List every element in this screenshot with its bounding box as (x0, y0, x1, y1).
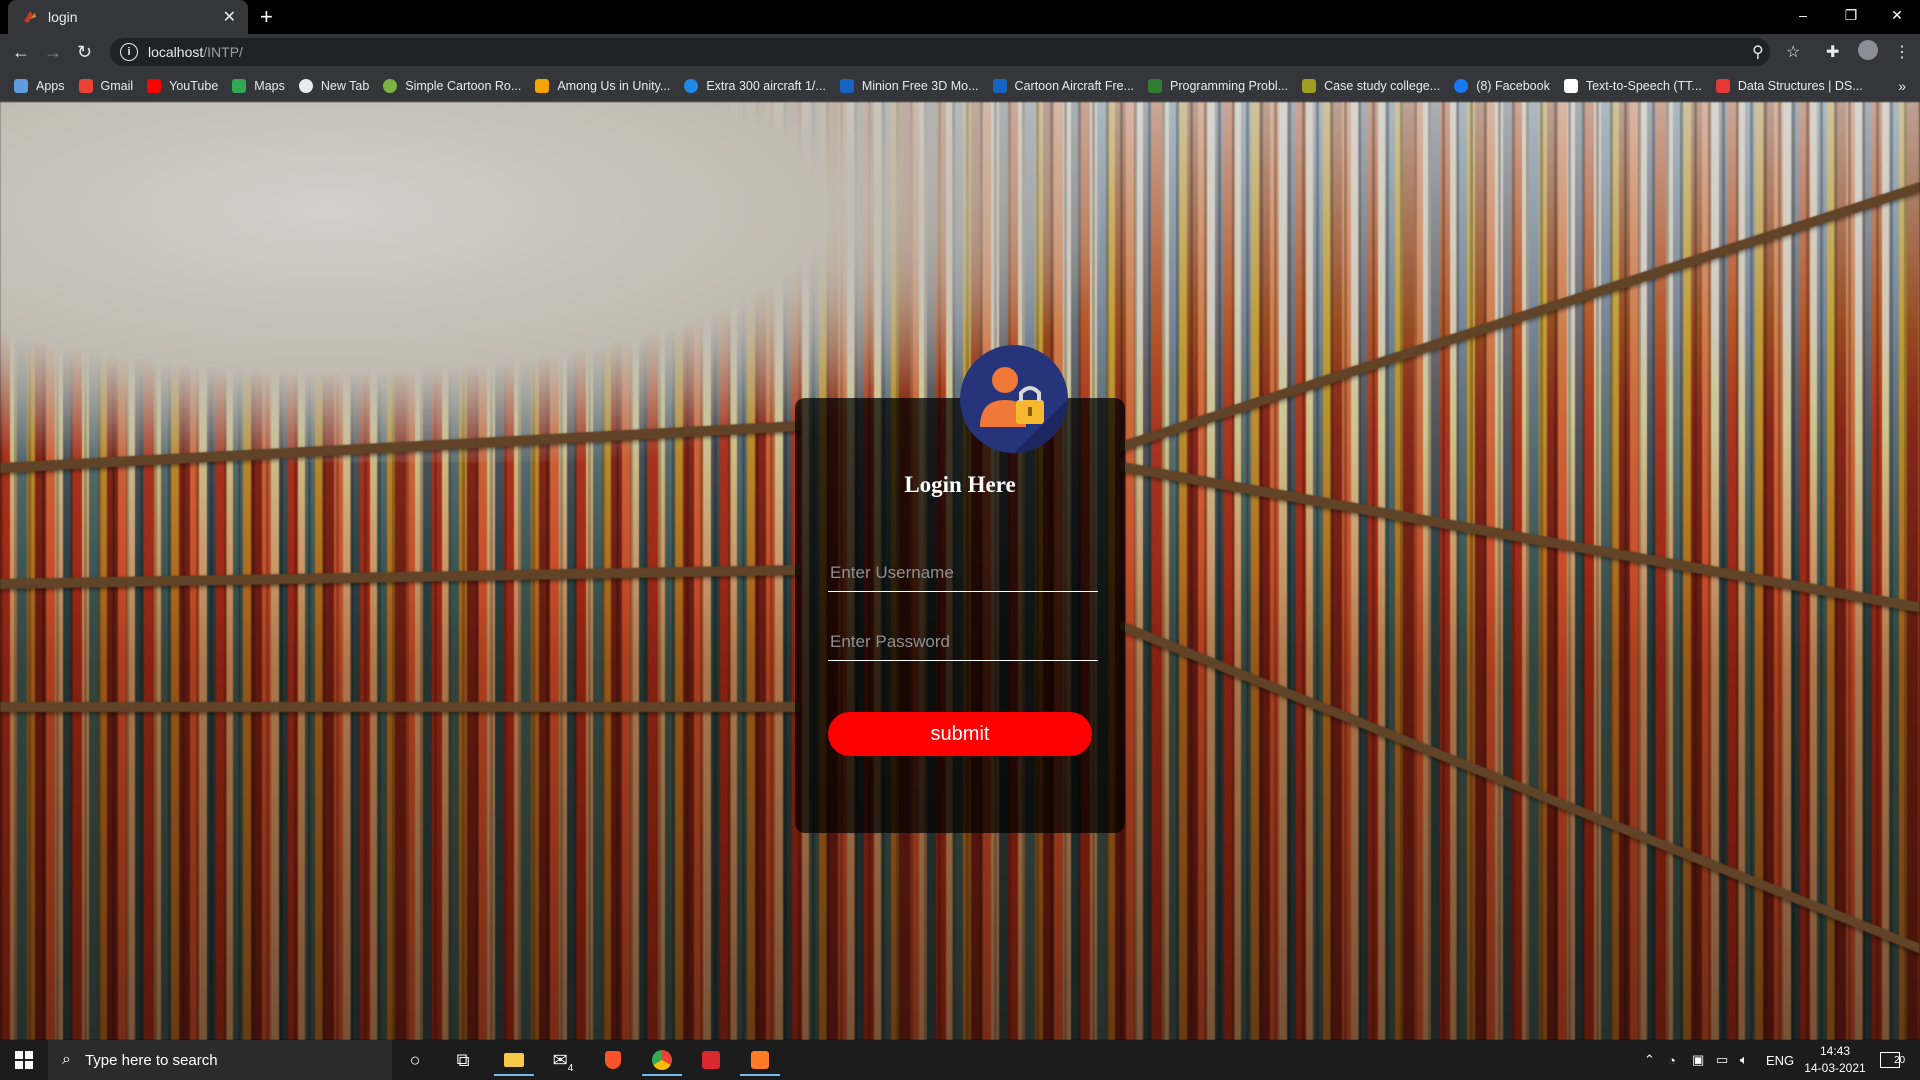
login-title: Login Here (904, 472, 1016, 497)
mail-badge: 4 (567, 1062, 574, 1074)
bookmark-maps[interactable]: Maps (232, 79, 285, 93)
bookmark-extra-300[interactable]: Extra 300 aircraft 1/... (684, 79, 826, 93)
network-icon[interactable]: ◔ (1668, 1040, 1676, 1080)
bookmark-star-icon[interactable]: ☆ (1786, 42, 1800, 62)
brave-browser-icon[interactable] (593, 1046, 633, 1074)
password-input[interactable] (828, 624, 1098, 661)
restore-button[interactable]: ❐ (1828, 0, 1874, 30)
extensions-puzzle-icon[interactable]: ✚ (1826, 42, 1839, 62)
ds-site-icon (1715, 79, 1730, 93)
notifications-icon[interactable]: 20 (1880, 1040, 1908, 1080)
bookmark-facebook[interactable]: (8) Facebook (1454, 79, 1550, 93)
globe-icon (298, 79, 313, 93)
bookmark-new-tab[interactable]: New Tab (298, 79, 369, 93)
bookmark-minion[interactable]: Minion Free 3D Mo... (839, 79, 979, 93)
cortana-icon[interactable]: ○ (395, 1046, 435, 1074)
submit-button[interactable]: submit (828, 712, 1092, 756)
username-input[interactable] (828, 555, 1098, 592)
bookmark-apps[interactable]: Apps (14, 79, 65, 93)
bookmark-text-to-speech[interactable]: Text-to-Speech (TT... (1563, 79, 1702, 93)
menu-kebab-icon[interactable]: ⋮ (1894, 42, 1910, 62)
address-bar[interactable]: i localhost/INTP/ (110, 38, 1770, 66)
reload-icon[interactable]: ↻ (77, 42, 92, 63)
volume-icon[interactable]: 🔈︎ (1740, 1040, 1748, 1080)
bookmark-case-study[interactable]: Case study college... (1302, 79, 1440, 93)
tray-overflow-icon[interactable]: ⌃ (1644, 1040, 1655, 1080)
apps-grid-icon (14, 79, 28, 93)
search-icon: ⌕ (62, 1051, 71, 1068)
site-info-icon[interactable]: i (120, 43, 138, 61)
bookmark-simple-cartoon[interactable]: Simple Cartoon Ro... (383, 79, 521, 93)
windows-taskbar: ⌕ ○ ⧉ ✉4 ⌃ ◔ ▣ ▭ 🔈︎ ENG 14:43 14-03-2021… (0, 1040, 1920, 1080)
bookmark-youtube[interactable]: YouTube (147, 79, 218, 93)
forward-arrow-icon[interactable]: → (44, 42, 62, 63)
3d-model-site-icon (992, 79, 1007, 93)
new-tab-button[interactable]: + (260, 4, 273, 30)
battery-icon[interactable]: ▭ (1716, 1040, 1728, 1080)
file-explorer-icon[interactable] (494, 1046, 534, 1076)
3d-model-site-icon (839, 79, 854, 93)
windows-logo-icon (15, 1051, 33, 1069)
bookmark-among-us[interactable]: Among Us in Unity... (535, 79, 670, 93)
taskbar-search-input[interactable] (82, 1050, 367, 1070)
task-view-icon[interactable]: ⧉ (443, 1046, 483, 1074)
language-indicator[interactable]: ENG (1766, 1040, 1794, 1080)
clock-time: 14:43 (1819, 1044, 1851, 1058)
bookmark-cartoon-aircraft[interactable]: Cartoon Aircraft Fre... (992, 79, 1134, 93)
browser-toolbar: ← → ↻ i localhost/INTP/ ⚲ ☆ ✚ ⋮ (0, 34, 1920, 70)
bookmark-programming[interactable]: Programming Probl... (1148, 79, 1288, 93)
tab-title: login (48, 9, 78, 25)
tab-strip: login ✕ + – ❐ ✕ (0, 0, 1920, 34)
clock[interactable]: 14:43 14-03-2021 (1795, 1043, 1875, 1077)
minimize-button[interactable]: – (1780, 0, 1826, 30)
page-favicon-icon (24, 11, 36, 23)
login-card (795, 398, 1125, 833)
back-arrow-icon[interactable]: ← (12, 42, 30, 63)
bookmarks-bar: Apps Gmail YouTube Maps New Tab Simple C… (0, 70, 1920, 102)
maps-icon (232, 79, 247, 93)
tab-login[interactable]: login ✕ (8, 0, 248, 34)
start-button[interactable] (0, 1040, 48, 1080)
more-bookmarks-icon[interactable]: » (1898, 78, 1906, 94)
security-icon[interactable]: ▣ (1692, 1040, 1704, 1080)
zoom-icon[interactable]: ⚲ (1752, 42, 1764, 62)
clock-date: 14-03-2021 (1804, 1061, 1866, 1075)
gfg-site-icon (1148, 79, 1163, 93)
tts-site-icon (1563, 79, 1578, 93)
close-tab-icon[interactable]: ✕ (223, 7, 236, 27)
bookmark-gmail[interactable]: Gmail (78, 79, 133, 93)
close-window-button[interactable]: ✕ (1874, 0, 1920, 30)
xampp-icon[interactable] (740, 1046, 780, 1076)
facebook-icon (1454, 79, 1469, 93)
aircraft-site-icon (684, 79, 699, 93)
chrome-icon[interactable] (642, 1046, 682, 1076)
bookmark-data-structures[interactable]: Data Structures | DS... (1715, 79, 1863, 93)
cartoon-site-icon (383, 79, 398, 93)
case-study-site-icon (1302, 79, 1317, 93)
taskbar-search[interactable]: ⌕ (48, 1040, 392, 1080)
acrobat-icon[interactable] (691, 1046, 731, 1074)
user-lock-icon (960, 345, 1068, 453)
youtube-icon (147, 79, 162, 93)
gmail-icon (78, 79, 93, 93)
url-text[interactable]: localhost/INTP/ (148, 44, 243, 60)
profile-avatar-icon[interactable] (1858, 40, 1878, 60)
among-us-site-icon (535, 79, 550, 93)
mail-icon[interactable]: ✉ 4 (543, 1046, 583, 1074)
